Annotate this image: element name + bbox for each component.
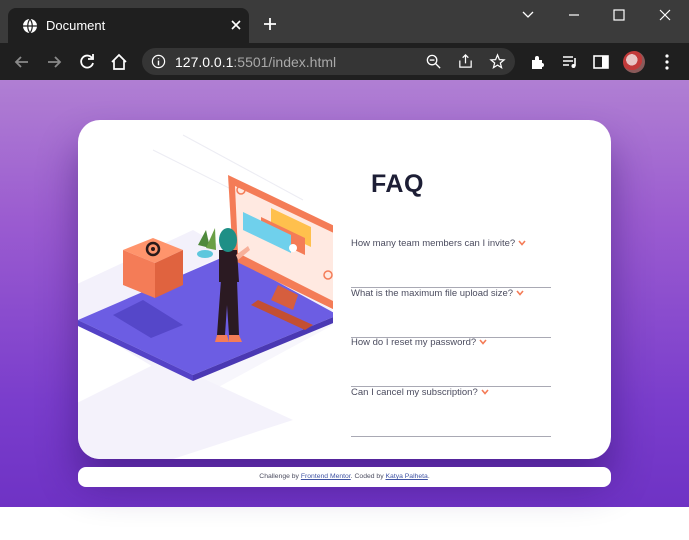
zoom-icon[interactable]: [425, 53, 442, 70]
faq-heading: FAQ: [371, 170, 424, 198]
faq-question-label: How do I reset my password?: [351, 337, 477, 348]
footer-suffix: .: [427, 473, 430, 480]
browser-toolbar: 127.0.0.1:5501/index.html: [0, 43, 689, 80]
maximize-icon[interactable]: [610, 8, 628, 22]
globe-icon: [23, 18, 37, 34]
url-text: 127.0.0.1:5501/index.html: [175, 54, 336, 70]
attribution-footer: Challenge by Frontend Mentor. Coded by K…: [78, 467, 611, 487]
woman-online-illustration: [78, 134, 333, 459]
minimize-icon[interactable]: [565, 8, 583, 22]
side-panel-icon[interactable]: [591, 52, 611, 72]
extensions-icon[interactable]: [528, 52, 548, 72]
page-bottom-area: [0, 507, 689, 540]
faq-item[interactable]: What is the maximum file upload size?: [351, 288, 551, 338]
close-window-icon[interactable]: [656, 8, 674, 22]
chevron-down-icon: [516, 290, 524, 297]
forward-icon[interactable]: [44, 52, 64, 72]
faq-item[interactable]: Can I cancel my subscription?: [351, 387, 551, 437]
tab-title: Document: [46, 18, 106, 33]
page-viewport: FAQ How many team members can I invite? …: [0, 80, 689, 540]
chevron-down-icon: [481, 389, 489, 396]
reload-icon[interactable]: [77, 52, 97, 72]
browser-tab[interactable]: Document: [8, 8, 249, 43]
url-path: :5501/index.html: [233, 54, 337, 70]
faq-question-text: What is the maximum file upload size?: [351, 288, 524, 299]
faq-item[interactable]: How do I reset my password?: [351, 337, 551, 387]
address-bar[interactable]: 127.0.0.1:5501/index.html: [142, 48, 515, 75]
faq-question-text: How many team members can I invite?: [351, 238, 526, 249]
faq-question-label: How many team members can I invite?: [351, 238, 516, 249]
media-controls-icon[interactable]: [560, 52, 580, 72]
menu-kebab-icon[interactable]: [657, 52, 677, 72]
url-host: 127.0.0.1: [175, 54, 234, 70]
site-info-icon[interactable]: [151, 54, 166, 69]
new-tab-icon[interactable]: [262, 16, 278, 32]
faq-question-text: Can I cancel my subscription?: [351, 387, 489, 398]
footer-middle: . Coded by: [350, 473, 386, 480]
faq-card: FAQ How many team members can I invite? …: [78, 120, 611, 459]
faq-question-label: Can I cancel my subscription?: [351, 387, 478, 398]
profile-avatar[interactable]: [623, 51, 645, 73]
author-link[interactable]: Katya Palheta: [386, 473, 428, 480]
home-icon[interactable]: [109, 52, 129, 72]
frontend-mentor-link[interactable]: Frontend Mentor: [301, 473, 351, 480]
chevron-down-icon: [479, 339, 487, 346]
footer-prefix: Challenge by: [259, 473, 301, 480]
faq-item[interactable]: How many team members can I invite?: [351, 238, 551, 288]
back-icon[interactable]: [12, 52, 32, 72]
tab-search-icon[interactable]: [519, 8, 537, 22]
bookmark-star-icon[interactable]: [489, 53, 506, 70]
faq-question-text: How do I reset my password?: [351, 337, 487, 348]
browser-titlebar: Document: [0, 0, 689, 43]
faq-question-label: What is the maximum file upload size?: [351, 288, 514, 299]
chevron-down-icon: [518, 240, 526, 247]
close-tab-icon[interactable]: [228, 17, 244, 33]
share-icon[interactable]: [457, 53, 474, 70]
